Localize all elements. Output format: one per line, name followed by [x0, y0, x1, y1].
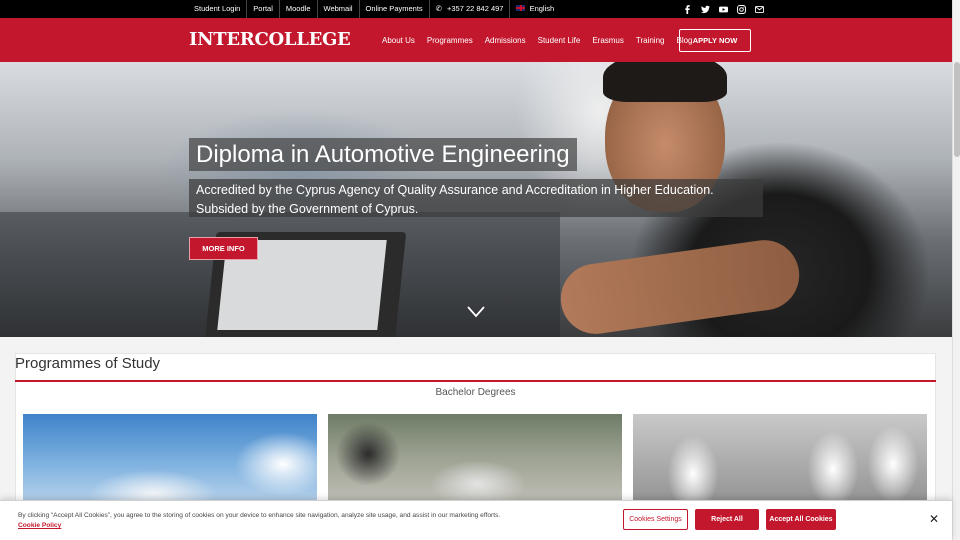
main-header: INTERCOLLEGE About Us Programmes Admissi… [0, 18, 952, 62]
language-selector[interactable]: English [510, 0, 560, 18]
webmail-link[interactable]: Webmail [318, 0, 360, 18]
bachelor-degrees-tab[interactable]: Bachelor Degrees [15, 387, 936, 398]
reject-all-button[interactable]: Reject All [695, 509, 759, 530]
instagram-icon[interactable] [737, 4, 746, 14]
social-icons [683, 0, 764, 18]
chevron-down-icon[interactable] [466, 305, 486, 319]
cookies-settings-button[interactable]: Cookies Settings [623, 509, 688, 530]
phone-number: +357 22 842 497 [446, 4, 504, 13]
accept-all-cookies-button[interactable]: Accept All Cookies [766, 509, 836, 530]
portal-link[interactable]: Portal [247, 0, 280, 18]
nav-programmes[interactable]: Programmes [427, 36, 473, 45]
twitter-icon[interactable] [701, 5, 710, 14]
cookie-banner: By clicking “Accept All Cookies”, you ag… [0, 500, 952, 540]
cookie-message: By clicking “Accept All Cookies”, you ag… [18, 512, 501, 519]
envelope-icon[interactable] [755, 5, 764, 14]
scrollbar-thumb[interactable] [954, 62, 960, 157]
student-login-link[interactable]: Student Login [188, 0, 248, 18]
more-info-button[interactable]: MORE INFO [189, 237, 258, 260]
hero-hair-image [603, 62, 727, 102]
phone-link[interactable]: ✆ +357 22 842 497 [430, 0, 511, 18]
youtube-icon[interactable] [719, 5, 728, 14]
nav-about-us[interactable]: About Us [382, 36, 415, 45]
cookie-text: By clicking “Accept All Cookies”, you ag… [18, 511, 578, 531]
close-icon[interactable]: ✕ [928, 513, 940, 525]
programme-card-image-sky[interactable] [23, 414, 317, 514]
nav-training[interactable]: Training [636, 36, 665, 45]
cookie-policy-link[interactable]: Cookie Policy [18, 522, 61, 529]
programme-card-image-chefs[interactable] [633, 414, 927, 514]
programmes-title: Programmes of Study [15, 355, 161, 372]
hero-title: Diploma in Automotive Engineering [189, 138, 577, 171]
main-nav: About Us Programmes Admissions Student L… [382, 18, 705, 62]
page-scrollbar[interactable] [952, 0, 960, 540]
site-logo[interactable]: INTERCOLLEGE [189, 29, 351, 50]
uk-flag-icon [516, 5, 526, 11]
moodle-link[interactable]: Moodle [280, 0, 318, 18]
programmes-divider [15, 380, 936, 382]
page: Student Login Portal Moodle Webmail Onli… [0, 0, 960, 540]
phone-icon: ✆ [435, 4, 442, 13]
online-payments-link[interactable]: Online Payments [360, 0, 430, 18]
top-links: Student Login Portal Moodle Webmail Onli… [188, 0, 560, 18]
apply-now-button[interactable]: APPLY NOW [679, 29, 751, 52]
facebook-icon[interactable] [683, 4, 692, 14]
programme-card-image-beauty[interactable] [328, 414, 622, 514]
nav-admissions[interactable]: Admissions [485, 36, 526, 45]
language-label: English [529, 4, 555, 13]
hero-subtitle: Accredited by the Cyprus Agency of Quali… [189, 179, 763, 217]
top-bar: Student Login Portal Moodle Webmail Onli… [0, 0, 952, 18]
nav-erasmus[interactable]: Erasmus [592, 36, 624, 45]
nav-student-life[interactable]: Student Life [538, 36, 581, 45]
